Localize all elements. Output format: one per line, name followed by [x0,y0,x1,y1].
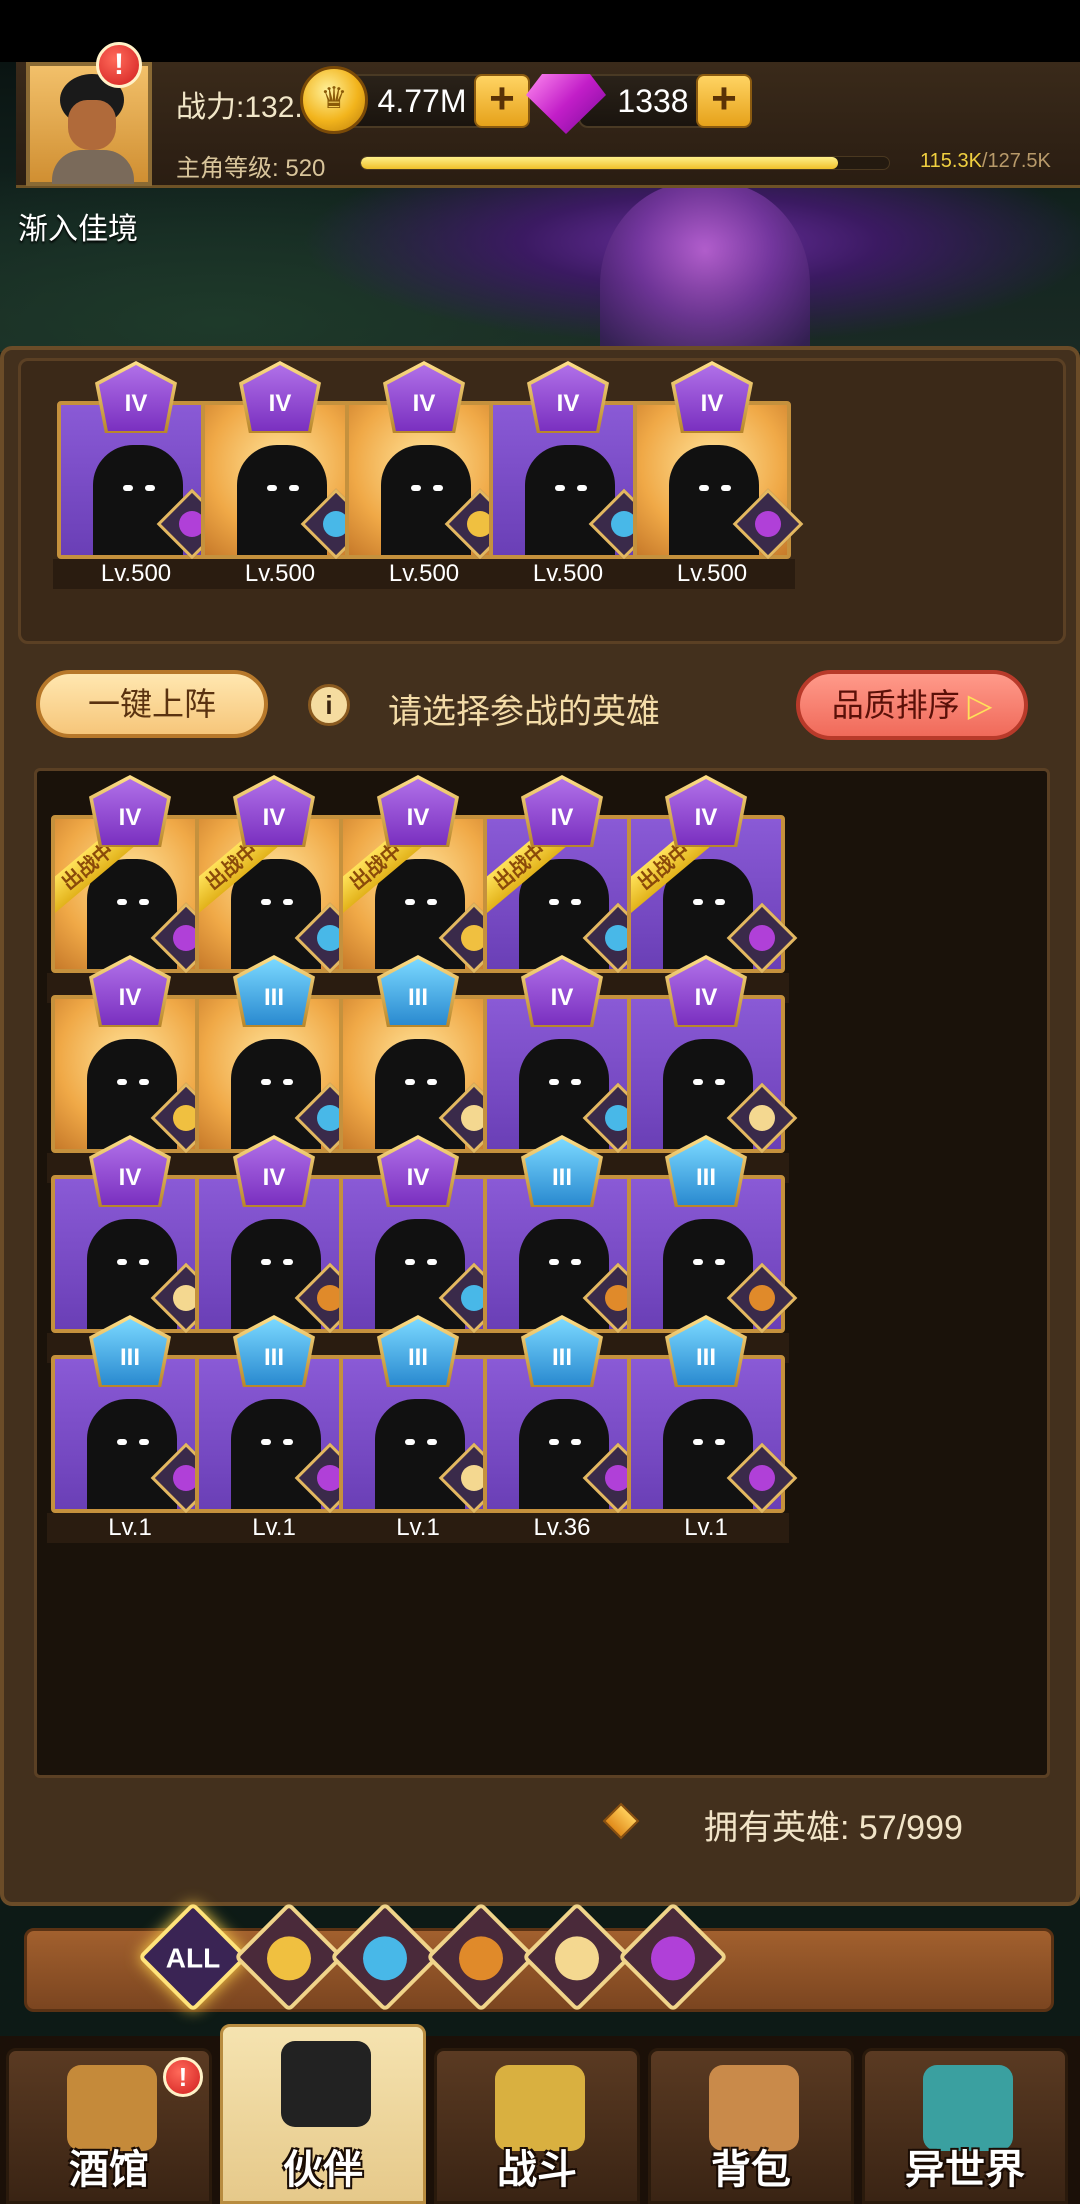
hero-level: Lv.500 [197,559,363,589]
xp-text: 115.3K/127.5K [920,150,1051,173]
tab-label: 酒馆 [69,2148,149,2192]
hero-figure [87,1219,177,1329]
hero-card[interactable]: IIILv.1 [623,1315,798,1545]
hero-level: Lv.1 [335,1513,501,1543]
hero-figure [93,445,183,555]
xp-fill [361,157,839,169]
hero-figure [381,445,471,555]
hero-figure [87,1039,177,1149]
lineup-row: IV Lv.500 IV Lv.500 IV Lv.500 IV Lv.500 IV Lv.500 [18,358,1066,644]
top-header: ! 战力:132.66K 4.77M ♛ + 1338 + 主角等级: 520 … [16,42,1080,188]
hero-card[interactable]: IV Lv.500 [629,361,804,591]
xp-bar [360,156,890,170]
gold-coin-icon: ♛ [300,66,368,134]
hero-card[interactable]: IV Lv.500 [197,361,372,591]
hero-level: Lv.500 [629,559,795,589]
hero-figure [87,859,177,969]
hero-figure [231,1039,321,1149]
one-click-deploy-button[interactable]: 一键上阵 [36,670,268,738]
filter-all-label: ALL [165,1942,221,1974]
tab-beer-mug[interactable]: 酒馆! [6,2048,212,2204]
tab-alert-icon: ! [163,2057,203,2097]
hero-card[interactable]: IIILv.1 [191,1315,366,1545]
hero-level: Lv.36 [479,1513,645,1543]
hero-figure [375,1219,465,1329]
hero-card[interactable]: IV Lv.500 [485,361,660,591]
hero-level: Lv.500 [485,559,651,589]
player-level: 主角等级: 520 [176,148,325,183]
elf-icon [555,1936,599,1981]
hero-figure [669,445,759,555]
xp-max: /127.5K [981,150,1051,172]
hero-level: Lv.500 [53,559,219,589]
tab-partner[interactable]: 伙伴 [220,2024,426,2204]
tab-label: 伙伴 [283,2148,363,2192]
hero-figure [375,859,465,969]
quality-sort-button[interactable]: 品质排序 ▷ [796,670,1028,740]
tab-backpack[interactable]: 背包 [648,2048,854,2204]
hero-level: Lv.1 [623,1513,789,1543]
hero-figure [375,1039,465,1149]
avatar-alert-icon: ! [96,42,142,88]
hero-figure [663,859,753,969]
hero-figure [663,1399,753,1509]
hero-card[interactable]: IV Lv.500 [53,361,228,591]
tab-label: 战斗 [497,2148,577,2192]
add-gems-button[interactable]: + [696,74,752,128]
hero-figure [525,445,615,555]
tab-crossed-swords[interactable]: 战斗 [434,2048,640,2204]
xp-current: 115.3K [920,150,982,172]
hero-card[interactable]: III Lv.36 [479,1315,654,1545]
fish-icon [363,1936,407,1981]
sort-arrow-icon: ▷ [967,687,993,723]
hero-figure [87,1399,177,1509]
hero-figure [375,1399,465,1509]
hero-figure [519,1219,609,1329]
info-icon[interactable]: i [308,684,350,726]
status-bar [0,0,1080,62]
select-hero-hint: 请选择参战的英雄 [388,693,660,731]
crown-icon [267,1936,311,1981]
hero-figure [237,445,327,555]
hero-figure [519,1399,609,1509]
player-level-label: 主角等级: [176,155,279,182]
hero-figure [519,1039,609,1149]
hero-card[interactable]: IIILv.1 [47,1315,222,1545]
add-gold-button[interactable]: + [474,74,530,128]
quality-sort-label: 品质排序 [831,687,960,723]
owned-heroes-count: 拥有英雄: 57/999 [704,1809,963,1847]
hero-figure [519,859,609,969]
hero-level: Lv.1 [47,1513,213,1543]
hero-figure [663,1039,753,1149]
hero-figure [231,859,321,969]
demon-icon [651,1936,695,1981]
player-level-value: 520 [285,155,326,182]
hero-figure [231,1399,321,1509]
hero-card[interactable]: IIILv.1 [335,1315,510,1545]
partner-panel: IV Lv.500 IV Lv.500 IV Lv.500 IV Lv.500 IV Lv.500… [0,346,1080,1906]
hero-list[interactable]: 出战中IVLv.500出战中IVLv.500出战中IVLv.500出战中IVLv… [34,768,1050,1778]
tab-label: 背包 [711,2148,791,2192]
hero-card[interactable]: IV Lv.500 [341,361,516,591]
hero-figure [663,1219,753,1329]
zone-title: 渐入佳境 [18,213,138,246]
hero-figure [231,1219,321,1329]
hero-level: Lv.500 [341,559,507,589]
lion-icon [459,1936,503,1981]
tab-label: 异世界 [905,2148,1025,2192]
hero-level: Lv.1 [191,1513,357,1543]
partner-icon [281,2041,371,2127]
tab-portal[interactable]: 异世界 [862,2048,1068,2204]
